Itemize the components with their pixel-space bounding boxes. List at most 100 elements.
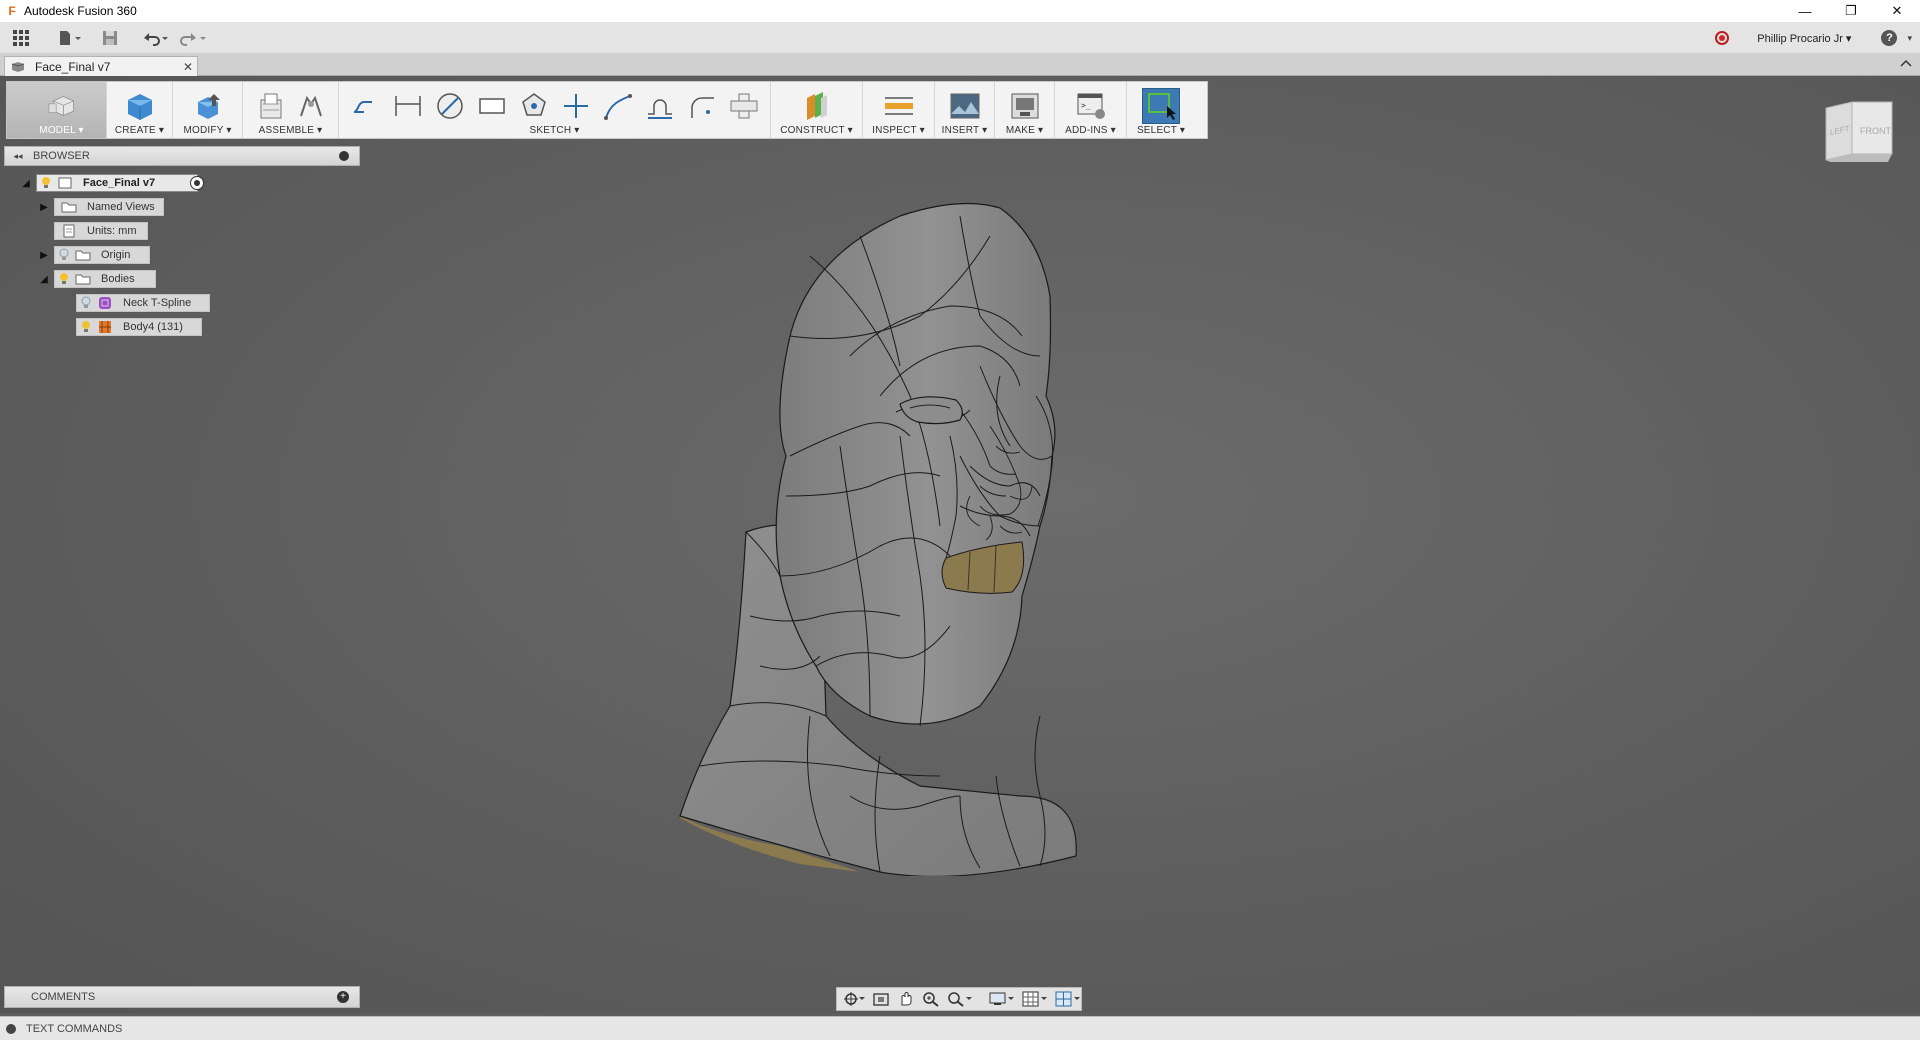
visibility-bulb-icon[interactable]	[79, 320, 93, 334]
main-toolbar: MODEL ▾ CREATE ▾ MODIFY ▾ ASSEMBLE ▾ SKE…	[6, 81, 1208, 139]
modify-label: MODIFY ▾	[183, 125, 232, 136]
close-window-button[interactable]: ✕	[1874, 0, 1920, 22]
tree-label-root: Face_Final v7	[83, 177, 156, 189]
tree-row-units: Units: mm	[54, 222, 148, 240]
restore-button[interactable]: ❐	[1828, 0, 1874, 22]
record-icon[interactable]	[1715, 31, 1730, 45]
browser-root-node[interactable]: Face_Final v7	[36, 174, 198, 192]
neck-tspline-node[interactable]: Neck T-Spline	[76, 294, 210, 312]
expand-toggle-icon[interactable]: ▶	[38, 249, 50, 261]
addins-label: ADD-INS ▾	[1065, 125, 1116, 136]
make-group[interactable]: MAKE ▾	[995, 82, 1055, 138]
pan-icon[interactable]	[895, 989, 917, 1009]
assemble-label: ASSEMBLE ▾	[258, 125, 323, 136]
create-label: CREATE ▾	[114, 125, 165, 136]
look-at-icon[interactable]	[870, 989, 892, 1009]
folder-icon	[75, 272, 91, 286]
units-document-icon	[61, 224, 77, 238]
create-sketch-icon	[349, 90, 383, 122]
tree-row-root: ◢ Face_Final v7	[20, 174, 204, 192]
box-create-icon	[124, 90, 156, 122]
addins-group[interactable]: >_ ADD-INS ▾	[1055, 82, 1127, 138]
viewcube[interactable]: LEFT FRONT	[1820, 100, 1900, 170]
bodies-node[interactable]: Bodies	[54, 270, 156, 288]
redo-icon[interactable]	[178, 26, 208, 50]
collapse-toggle-icon[interactable]: ◢	[38, 273, 50, 285]
data-panel-grid-icon[interactable]	[12, 26, 30, 50]
tree-label-neck-tspline: Neck T-Spline	[123, 297, 192, 309]
minimize-button[interactable]: —	[1782, 0, 1828, 22]
visibility-bulb-icon[interactable]	[39, 176, 53, 190]
assemble-group[interactable]: ASSEMBLE ▾	[243, 82, 339, 138]
expand-toggle-icon[interactable]: ▶	[38, 201, 50, 213]
file-menu-icon[interactable]	[58, 26, 82, 50]
model-workspace-group[interactable]: MODEL ▾	[7, 82, 107, 138]
visibility-bulb-icon[interactable]	[57, 272, 71, 286]
orbit-icon[interactable]	[841, 989, 867, 1009]
undo-icon[interactable]	[140, 26, 170, 50]
help-dropdown-icon[interactable]: ▾	[1907, 33, 1912, 44]
folder-icon	[61, 200, 77, 214]
modify-group[interactable]: MODIFY ▾	[173, 82, 243, 138]
fusion-logo-icon: F	[8, 4, 16, 18]
solid-body-icon	[97, 320, 113, 334]
quick-access-right: Phillip Procario Jr ▾ ? ▾	[1715, 22, 1912, 54]
title-bar: F Autodesk Fusion 360 — ❐ ✕	[0, 0, 1920, 22]
select-group[interactable]: SELECT ▾	[1127, 82, 1195, 138]
folder-icon	[75, 248, 91, 262]
grid-settings-icon[interactable]	[1020, 989, 1050, 1009]
help-icon[interactable]: ?	[1881, 30, 1898, 46]
tree-row-bodies: ◢ Bodies	[38, 270, 156, 288]
text-commands-bar[interactable]: TEXT COMMANDS	[0, 1016, 1920, 1040]
origin-node[interactable]: Origin	[54, 246, 150, 264]
display-settings-icon[interactable]	[987, 989, 1017, 1009]
head-model[interactable]	[660, 196, 1180, 878]
document-tab[interactable]: Face_Final v7 ✕	[4, 56, 198, 76]
tree-row-neck-tspline: Neck T-Spline	[76, 294, 210, 312]
viewcube-front-face[interactable]: FRONT	[1860, 126, 1891, 136]
user-menu[interactable]: Phillip Procario Jr ▾	[1757, 32, 1851, 45]
named-views-node[interactable]: Named Views	[54, 198, 164, 216]
collapse-toolbar-icon[interactable]	[1900, 57, 1912, 71]
save-icon[interactable]	[102, 26, 118, 50]
rectangle-icon	[475, 90, 509, 122]
quick-access-toolbar: Phillip Procario Jr ▾ ? ▾	[0, 22, 1920, 54]
close-tab-icon[interactable]: ✕	[183, 60, 197, 74]
tree-label-named-views: Named Views	[87, 201, 155, 213]
point-icon	[559, 90, 593, 122]
expand-toggle-icon[interactable]: ◢	[20, 177, 32, 189]
zoom-icon[interactable]	[920, 989, 942, 1009]
create-group[interactable]: CREATE ▾	[107, 82, 173, 138]
insert-image-icon	[949, 90, 981, 122]
construct-group[interactable]: CONSTRUCT ▾	[771, 82, 863, 138]
text-commands-label: TEXT COMMANDS	[26, 1022, 123, 1035]
collapse-browser-icon[interactable]: ◂◂	[9, 151, 27, 162]
mirror-sketch-icon	[727, 90, 761, 122]
tree-label-origin: Origin	[101, 249, 131, 261]
comments-panel[interactable]: COMMENTS +	[4, 986, 360, 1008]
comments-label: COMMENTS	[31, 991, 96, 1003]
circle-icon	[517, 90, 551, 122]
inspect-label: INSPECT ▾	[872, 125, 925, 136]
units-node[interactable]: Units: mm	[54, 222, 148, 240]
document-tab-label: Face_Final v7	[35, 59, 111, 74]
text-commands-toggle-icon[interactable]	[6, 1023, 16, 1034]
body4-node[interactable]: Body4 (131)	[76, 318, 202, 336]
activate-target-icon[interactable]	[190, 176, 204, 190]
fit-icon[interactable]	[945, 989, 975, 1009]
construct-label: CONSTRUCT ▾	[780, 125, 853, 136]
sketch-group[interactable]: SKETCH ▾	[339, 82, 771, 138]
add-comment-icon[interactable]: +	[337, 991, 349, 1003]
sketch-label: SKETCH ▾	[529, 125, 580, 136]
browser-panel-header[interactable]: ◂◂ BROWSER	[4, 146, 360, 166]
fillet-sketch-icon	[685, 90, 719, 122]
inspect-group[interactable]: INSPECT ▾	[863, 82, 935, 138]
browser-pin-icon[interactable]	[339, 151, 349, 161]
visibility-bulb-off-icon[interactable]	[79, 296, 93, 310]
viewports-icon[interactable]	[1053, 989, 1083, 1009]
visibility-bulb-off-icon[interactable]	[57, 248, 71, 262]
tree-label-bodies: Bodies	[101, 273, 135, 285]
model-workspace-icon	[46, 90, 78, 122]
insert-group[interactable]: INSERT ▾	[935, 82, 995, 138]
model-label: MODEL ▾	[39, 125, 84, 136]
